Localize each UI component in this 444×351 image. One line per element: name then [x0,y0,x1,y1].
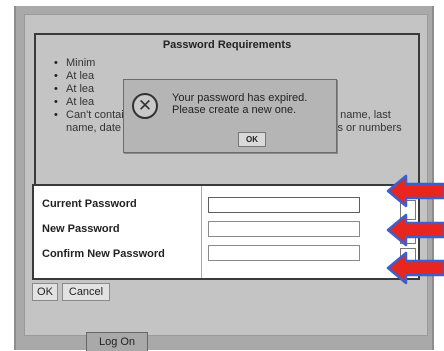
password-expired-alert: ✕ Your password has expired. Please crea… [123,79,337,153]
current-password-label: Current Password [42,198,137,210]
cancel-button[interactable]: Cancel [62,283,110,301]
alert-line-1: Your password has expired. [172,92,308,104]
error-icon: ✕ [132,93,158,119]
new-password-label: New Password [42,223,120,235]
confirm-password-input[interactable] [208,245,360,261]
change-password-dialog: Password Requirements Minim At lea At le… [24,14,428,336]
alert-ok-button[interactable]: OK [238,132,266,147]
password-requirements-panel: Password Requirements Minim At lea At le… [34,33,420,187]
requirements-title: Password Requirements [162,39,292,51]
annotation-arrow-icon [386,213,444,247]
ok-button[interactable]: OK [32,283,58,301]
new-password-input[interactable] [208,221,360,237]
annotation-arrow-icon [386,174,444,208]
confirm-password-label: Confirm New Password [42,248,165,260]
requirement-item: Minim [54,57,412,70]
password-form: Current Password New Password Confirm Ne… [32,184,420,280]
log-on-button[interactable]: Log On [86,332,148,351]
alert-line-2: Please create a new one. [172,104,297,116]
alert-message: Your password has expired. Please create… [172,92,330,116]
annotation-arrow-icon [386,251,444,285]
current-password-input[interactable] [208,197,360,213]
form-divider [201,186,202,278]
